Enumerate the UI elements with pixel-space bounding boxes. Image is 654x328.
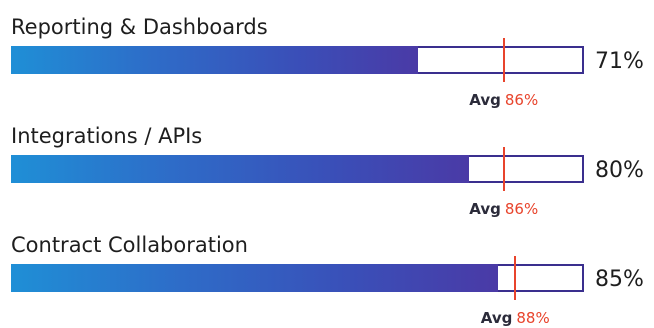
bar-track [11, 147, 584, 191]
average-word: Avg [480, 309, 513, 327]
average-value: 86% [504, 200, 539, 218]
value-label: 71% [595, 49, 644, 74]
value-label: 85% [595, 267, 644, 292]
chart-row-integrations-apis: Integrations / APIs 80% Avg 86% [0, 109, 654, 219]
bar-track [11, 256, 584, 300]
average-label: Avg 88% [481, 309, 550, 327]
bar-fill [11, 46, 418, 74]
bar-track [11, 38, 584, 82]
category-label: Contract Collaboration [11, 233, 248, 257]
category-label: Reporting & Dashboards [11, 15, 268, 39]
average-marker [514, 256, 517, 300]
benchmark-bar-chart: Reporting & Dashboards 71% Avg 86% Integr… [0, 0, 654, 327]
chart-row-contract-collaboration: Contract Collaboration 85% Avg 88% [0, 218, 654, 328]
average-value: 86% [504, 91, 539, 109]
chart-row-reporting-dashboards: Reporting & Dashboards 71% Avg 86% [0, 0, 654, 110]
average-marker [502, 38, 505, 82]
average-value: 88% [516, 309, 550, 327]
category-label: Integrations / APIs [11, 124, 203, 148]
average-word: Avg [469, 200, 501, 218]
bar-fill [11, 155, 470, 183]
value-label: 80% [595, 158, 644, 183]
average-word: Avg [469, 91, 501, 109]
average-label: Avg 86% [469, 91, 538, 109]
average-marker [502, 147, 505, 191]
average-label: Avg 86% [469, 200, 538, 218]
bar-fill [11, 264, 499, 292]
